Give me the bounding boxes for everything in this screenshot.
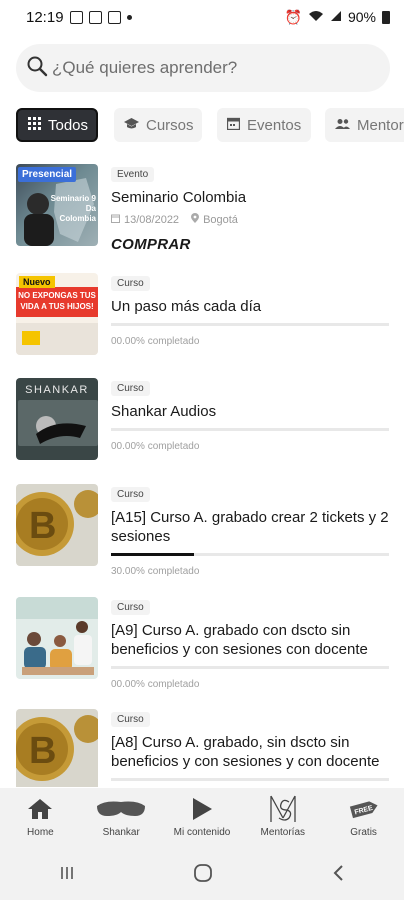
nav-label: Shankar [102,827,140,838]
nav-gratis[interactable]: FREE Gratis [323,788,404,850]
progress-text: 00.00% completado [111,679,200,690]
event-meta: 13/08/2022 Bogotá [111,213,390,226]
grid-icon [28,116,41,134]
alarm-icon: ⏰ [284,8,302,25]
nav-shankar[interactable]: Shankar [81,788,162,850]
status-bar: 12:19 ⏰ 90% [0,0,404,34]
home-button-icon[interactable] [193,863,213,888]
item-thumbnail [16,597,98,679]
calendar-icon [226,117,241,134]
chip-label: Cursos [146,116,194,134]
item-thumbnail: SHANKAR [16,378,98,460]
item-info: Curso [A8] Curso A. grabado, sin dscto s… [111,709,390,781]
progress-text: 00.00% completado [111,336,200,347]
notification-dot-icon [126,14,132,20]
back-icon[interactable] [331,864,345,887]
item-title: [A15] Curso A. grabado crear 2 tickets y… [111,509,389,545]
item-type-badge: Curso [111,381,150,396]
nav-label: Gratis [350,827,377,838]
nav-label: Mentorías [260,827,306,838]
list-item[interactable]: B Curso [A8] Curso A. grabado, sin dscto… [16,709,390,787]
svg-text:B: B [29,505,56,547]
chip-cursos[interactable]: Cursos [114,108,202,142]
play-icon [191,796,213,822]
nav-mentorias[interactable]: Mentorías [242,788,323,850]
item-title: [A9] Curso A. grabado con dscto sin bene… [111,622,368,658]
progress-bar [111,323,389,326]
item-thumbnail: B [16,484,98,566]
chip-label: Todos [48,116,89,134]
battery-icon [382,10,390,24]
chip-label: Eventos [247,116,302,134]
battery-level: 90% [347,9,376,25]
nav-mi-contenido[interactable]: Mi contenido [162,788,243,850]
calendar-icon [111,214,120,226]
item-info: Curso [A9] Curso A. grabado con dscto si… [111,597,390,690]
list-item[interactable]: Curso [A9] Curso A. grabado con dscto si… [16,597,390,697]
sleep-mask-icon [95,796,147,822]
search-bar[interactable]: ¿Qué quieres aprender? [16,44,390,92]
filter-chips: Todos Cursos Eventos Mentor [16,108,404,142]
search-icon [26,55,48,82]
chip-label: Mentor [357,116,404,134]
buy-button[interactable]: COMPRAR [111,236,390,253]
event-date: 13/08/2022 [124,213,180,226]
progress-text: 00.00% completado [111,441,200,452]
svg-text:B: B [29,730,56,772]
home-icon [27,796,53,822]
event-location: Bogotá [203,213,238,226]
thumb-badge: Nuevo [19,276,55,288]
bottom-navigation: Home Shankar Mi contenido Mentorías FREE… [0,788,404,850]
list-item[interactable]: Nuevo NO EXPONGAS TUS VIDA A TUS HIJOS! … [16,273,390,363]
item-info: Curso Un paso más cada día 00.00% comple… [111,273,390,347]
status-time: 12:19 [26,8,64,26]
item-type-badge: Curso [111,276,150,291]
item-title: Shankar Audios [111,403,217,420]
nav-label: Home [27,827,54,838]
progress-text: 30.00% completado [111,566,200,577]
thumb-badge: Presencial [18,167,77,182]
item-info: Curso Shankar Audios 00.00% completado [111,378,390,452]
thumb-caption: NO EXPONGAS TUS VIDA A TUS HIJOS! [18,291,96,311]
item-info: Evento Seminario Colombia 13/08/2022 Bog… [111,164,390,253]
progress-fill [111,553,195,556]
system-navigation [0,850,404,900]
item-title: Un paso más cada día [111,298,262,315]
recent-apps-icon[interactable] [59,865,75,886]
signal-icon [330,9,342,25]
search-input[interactable]: ¿Qué quieres aprender? [52,58,237,78]
item-info: Curso [A15] Curso A. grabado crear 2 tic… [111,484,390,577]
location-pin-icon [191,213,200,226]
list-item[interactable]: SHANKAR Curso Shankar Audios 00.00% comp… [16,378,390,468]
item-type-badge: Curso [111,600,150,615]
item-title: Seminario Colombia [111,189,247,206]
item-thumbnail: Nuevo NO EXPONGAS TUS VIDA A TUS HIJOS! [16,273,98,355]
notification-s-icon [69,10,83,24]
progress-bar [111,778,389,781]
people-icon [335,117,350,134]
progress-bar [111,553,389,556]
item-type-badge: Curso [111,487,150,502]
chip-todos[interactable]: Todos [16,108,98,142]
monogram-icon [269,795,297,822]
notification-image-icon [88,10,102,24]
nav-label: Mi contenido [173,827,231,838]
item-type-badge: Curso [111,712,150,727]
item-thumbnail: Presencial Seminario 9 Da Colombia [16,164,98,246]
graduation-cap-icon [124,117,139,134]
item-thumbnail: B [16,709,98,787]
nav-home[interactable]: Home [0,788,81,850]
thumb-caption: Seminario 9 Da Colombia [50,194,96,223]
chip-mentor[interactable]: Mentor [325,108,404,142]
progress-bar [111,666,389,669]
progress-bar [111,428,389,431]
item-type-badge: Evento [111,167,155,182]
free-tag-icon: FREE [348,796,380,822]
wifi-icon [308,9,324,25]
list-item[interactable]: B Curso [A15] Curso A. grabado crear 2 t… [16,484,390,584]
notification-mail-icon [107,10,121,24]
chip-eventos[interactable]: Eventos [217,108,311,142]
list-item[interactable]: Presencial Seminario 9 Da Colombia Event… [16,164,390,254]
item-title: [A8] Curso A. grabado, sin dscto sin ben… [111,734,380,770]
